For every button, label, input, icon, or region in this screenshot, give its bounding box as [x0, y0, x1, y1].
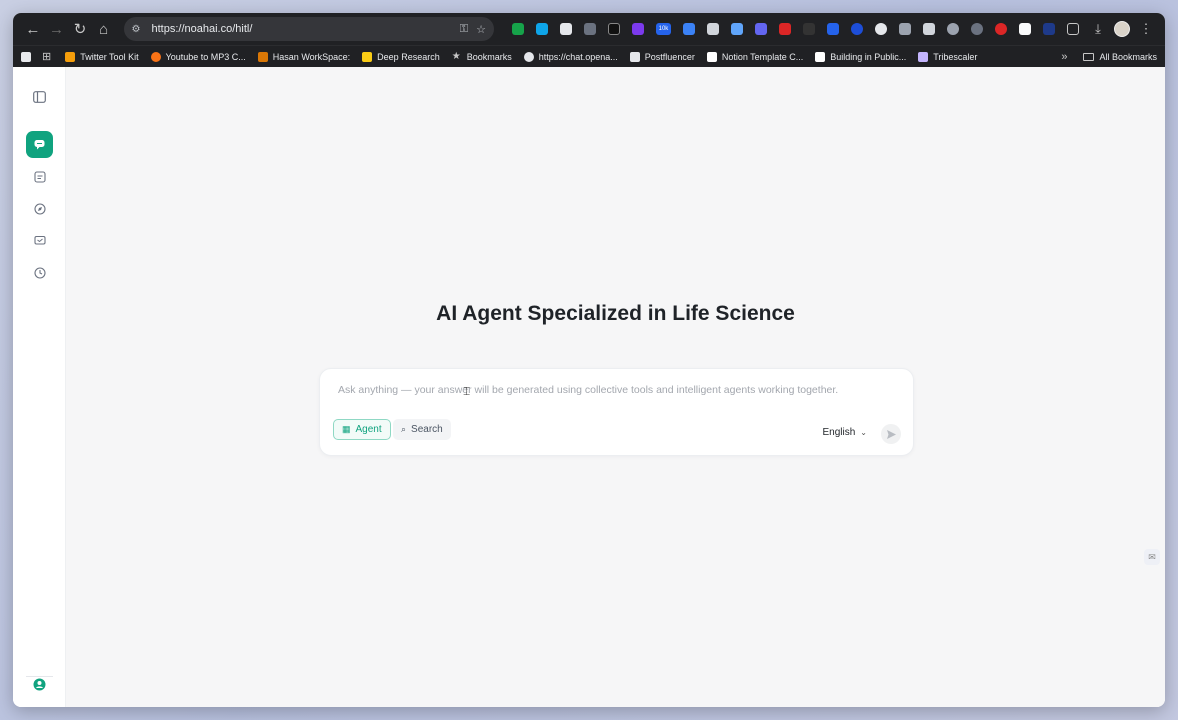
home-icon[interactable]: ⌂: [92, 17, 116, 41]
feedback-widget-icon[interactable]: ✉: [1144, 549, 1160, 565]
forward-icon[interactable]: →: [45, 17, 69, 41]
extension-icon[interactable]: [826, 23, 839, 35]
bookmark-item[interactable]: Twitter Tool Kit: [65, 51, 139, 62]
page-title: AI Agent Specialized in Life Science: [436, 302, 795, 325]
bookmark-item[interactable]: Youtube to MP3 C...: [150, 51, 246, 62]
extension-icon[interactable]: [730, 23, 743, 35]
agent-mode-label: Agent: [355, 424, 382, 435]
prompt-composer[interactable]: Ask anything — your answer will be gener…: [319, 368, 914, 456]
bookmark-item[interactable]: Tribescaler: [918, 51, 978, 62]
extension-icon[interactable]: [754, 23, 767, 35]
bookmark-star-icon[interactable]: ☆: [476, 23, 486, 36]
main-content: AI Agent Specialized in Life Science Ask…: [66, 67, 1165, 707]
extension-icon[interactable]: [706, 23, 719, 35]
explore-compass-icon[interactable]: [26, 195, 53, 222]
search-mode-button[interactable]: ⌕ Search: [393, 419, 451, 440]
bookmark-item[interactable]: Postfluencer: [629, 51, 695, 62]
back-icon[interactable]: ←: [21, 17, 45, 41]
extension-icon[interactable]: [922, 23, 935, 35]
bookmark-item[interactable]: ★ Bookmarks: [452, 51, 512, 62]
bookmarks-overflow-icon[interactable]: »: [1061, 51, 1067, 63]
bookmark-label: Hasan WorkSpace:: [272, 51, 351, 62]
bookmark-item[interactable]: Notion Template C...: [706, 51, 804, 62]
extension-icon[interactable]: [535, 23, 548, 35]
search-icon: ⌕: [401, 424, 407, 434]
folder-icon: [1083, 52, 1095, 61]
bookmark-label: Bookmarks: [466, 51, 512, 62]
url-text[interactable]: https://noahai.co/hitl/: [152, 23, 452, 35]
bookmark-item[interactable]: https://chat.opena...: [523, 51, 618, 62]
extension-icon[interactable]: [583, 23, 596, 35]
extension-icon[interactable]: [850, 23, 863, 35]
profile-avatar[interactable]: [1111, 18, 1133, 40]
send-button[interactable]: [881, 424, 901, 444]
agent-icon: ▦: [342, 424, 351, 434]
history-clock-icon[interactable]: [26, 259, 53, 286]
apps-grid-icon[interactable]: ⊞: [42, 50, 51, 63]
bookmark-label: Youtube to MP3 C...: [165, 51, 246, 62]
user-avatar-icon[interactable]: [26, 671, 53, 698]
app-area: AI Agent Specialized in Life Science Ask…: [13, 67, 1165, 707]
bookmark-label: Building in Public...: [830, 51, 907, 62]
prompt-input[interactable]: Ask anything — your answer will be gener…: [338, 384, 838, 396]
send-icon: [886, 429, 896, 439]
all-bookmarks-button[interactable]: All Bookmarks: [1083, 52, 1157, 62]
bookmark-label: Tribescaler: [933, 51, 978, 62]
bookmark-label: Twitter Tool Kit: [80, 51, 139, 62]
all-bookmarks-label: All Bookmarks: [1099, 51, 1157, 62]
documents-icon[interactable]: [26, 163, 53, 190]
extensions-bar: 10k: [506, 23, 1085, 35]
extension-icon[interactable]: [802, 23, 815, 35]
extension-badge-icon[interactable]: 10k: [655, 23, 671, 35]
messages-icon[interactable]: [26, 227, 53, 254]
extension-icon[interactable]: [778, 23, 791, 35]
chat-icon[interactable]: [26, 131, 53, 158]
bookmarks-bar: ⊞ Twitter Tool Kit Youtube to MP3 C... H…: [13, 45, 1165, 67]
chevron-down-icon: ⌄: [860, 428, 867, 437]
browser-window: ← → ↻ ⌂ ⚙ https://noahai.co/hitl/ ⚿ ☆ 10…: [13, 13, 1165, 707]
extension-icon[interactable]: [874, 23, 887, 35]
bookmark-item[interactable]: Deep Research: [362, 51, 440, 62]
bookmark-label: Notion Template C...: [721, 51, 804, 62]
agent-mode-button[interactable]: ▦ Agent: [333, 419, 391, 440]
extension-icon[interactable]: [994, 23, 1007, 35]
browser-toolbar: ← → ↻ ⌂ ⚙ https://noahai.co/hitl/ ⚿ ☆ 10…: [13, 13, 1165, 45]
extension-icon[interactable]: [946, 23, 959, 35]
bookmark-item[interactable]: Building in Public...: [815, 51, 907, 62]
bookmark-app-icon[interactable]: [21, 51, 31, 62]
password-key-icon[interactable]: ⚿: [460, 23, 468, 36]
bookmark-label: https://chat.opena...: [538, 51, 618, 62]
extensions-puzzle-icon[interactable]: [1066, 23, 1079, 35]
extension-icon[interactable]: [1042, 23, 1055, 35]
language-label: English: [822, 427, 856, 438]
extension-icon[interactable]: [898, 23, 911, 35]
extension-icon[interactable]: [970, 23, 983, 35]
site-settings-icon[interactable]: ⚙: [132, 24, 146, 35]
extension-icon[interactable]: [511, 23, 524, 35]
extension-icon[interactable]: [559, 23, 572, 35]
extension-icon[interactable]: [1018, 23, 1031, 35]
language-select[interactable]: English ⌄: [822, 427, 867, 438]
search-mode-label: Search: [411, 424, 443, 435]
menu-kebab-icon[interactable]: ⋮: [1135, 18, 1157, 40]
extension-icon[interactable]: [682, 23, 695, 35]
text-cursor-icon: ⌶: [463, 384, 471, 398]
sidebar-toggle-icon[interactable]: [26, 83, 53, 110]
toolbar-right: ⤓ ⋮: [1085, 18, 1157, 40]
bookmark-label: Deep Research: [377, 51, 440, 62]
download-icon[interactable]: ⤓: [1087, 18, 1109, 40]
reload-icon[interactable]: ↻: [68, 17, 92, 41]
bookmark-label: Postfluencer: [644, 51, 695, 62]
bookmark-item[interactable]: Hasan WorkSpace:: [257, 51, 351, 62]
sidebar: [13, 67, 66, 707]
extension-icon[interactable]: [607, 23, 620, 35]
extension-icon[interactable]: [631, 23, 644, 35]
address-bar[interactable]: ⚙ https://noahai.co/hitl/ ⚿ ☆: [123, 17, 494, 41]
